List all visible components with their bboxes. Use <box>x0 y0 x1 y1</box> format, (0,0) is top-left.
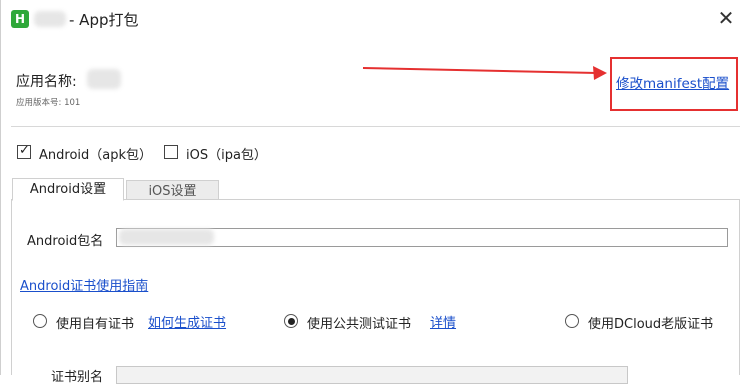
annotation-arrow <box>362 66 607 80</box>
cert-alias-input[interactable] <box>116 366 628 384</box>
redacted-package-name <box>119 229 214 245</box>
check-icon: ✓ <box>19 143 30 158</box>
app-version: 应用版本号: 101 <box>16 98 81 108</box>
ios-checkbox-label: iOS（ipa包） <box>186 148 267 163</box>
own-cert-label: 使用自有证书 <box>56 317 135 332</box>
divider <box>11 126 740 127</box>
app-name-label: 应用名称: <box>16 74 77 90</box>
close-icon[interactable]: ✕ <box>713 6 739 30</box>
cert-alias-label: 证书别名 <box>51 370 104 385</box>
dcloud-old-cert-label: 使用DCloud老版证书 <box>588 317 714 332</box>
android-checkbox[interactable]: ✓ <box>17 143 31 159</box>
ios-checkbox[interactable] <box>164 145 178 159</box>
tab-android-settings[interactable]: Android设置 <box>12 178 124 201</box>
how-to-generate-cert-link[interactable]: 如何生成证书 <box>148 312 226 331</box>
public-cert-details-link[interactable]: 详情 <box>430 312 456 331</box>
edit-manifest-link[interactable]: 修改manifest配置 <box>616 72 729 92</box>
app-pack-dialog: H - App打包 ✕ 应用名称: 应用版本号: 101 修改manifest配… <box>0 0 749 385</box>
dcloud-old-cert-radio[interactable] <box>565 314 579 328</box>
android-checkbox-label: Android（apk包） <box>39 148 153 163</box>
window-title: - App打包 <box>69 11 139 29</box>
public-test-cert-radio[interactable] <box>284 314 298 328</box>
radio-selected-dot <box>287 317 295 325</box>
public-test-cert-label: 使用公共测试证书 <box>307 317 412 332</box>
own-cert-radio[interactable] <box>33 314 47 328</box>
redacted-project-name <box>34 11 66 27</box>
cert-guide-link[interactable]: Android证书使用指南 <box>20 275 148 294</box>
hbuilder-logo-icon: H <box>11 10 29 28</box>
title-bar: H - App打包 ✕ <box>1 0 749 36</box>
package-name-label: Android包名 <box>27 234 104 249</box>
tab-ios-settings[interactable]: iOS设置 <box>126 180 219 200</box>
redacted-app-name <box>87 69 121 89</box>
